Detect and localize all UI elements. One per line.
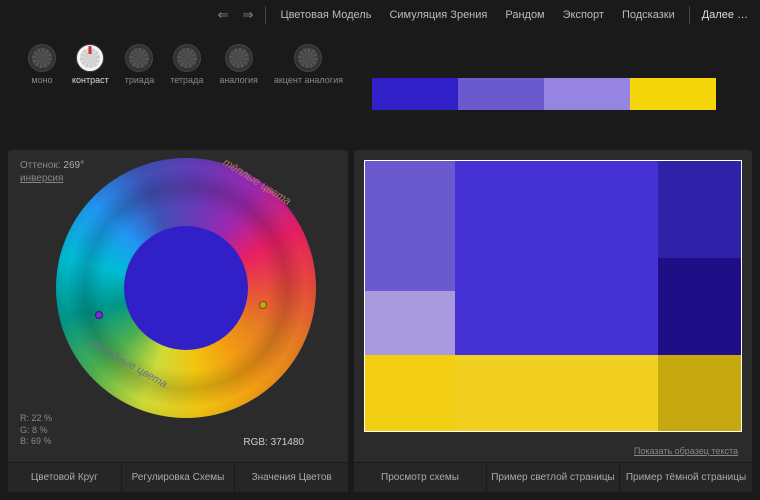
tab-color-values[interactable]: Значения Цветов (235, 463, 348, 492)
harmony-mono[interactable]: моно (28, 44, 56, 86)
swatch-0[interactable] (372, 78, 458, 110)
right-tabs: Просмотр схемы Пример светлой страницы П… (354, 462, 752, 492)
harmony-contrast[interactable]: контраст (72, 44, 109, 86)
palette-swatches (372, 78, 716, 110)
menu-more[interactable]: Далее … (696, 5, 754, 25)
show-sample-text[interactable]: Показать образец текста (634, 446, 738, 456)
harmony-triad[interactable]: триада (125, 44, 154, 86)
menu-export[interactable]: Экспорт (555, 5, 612, 25)
forward-arrow[interactable]: ⇒ (237, 5, 260, 25)
menu-color-model[interactable]: Цветовая Модель (272, 5, 379, 25)
rgb-readout: R: 22 %G: 8 %B: 69 % (20, 413, 52, 448)
swatch-1[interactable] (458, 78, 544, 110)
harmony-analog[interactable]: аналогия (219, 44, 258, 86)
divider (265, 6, 266, 24)
scheme-preview (364, 160, 742, 432)
menu-random[interactable]: Рандом (497, 5, 552, 25)
tab-dark-page[interactable]: Пример тёмной страницы (620, 463, 752, 492)
tab-scheme-adjust[interactable]: Регулировка Схемы (122, 463, 236, 492)
color-wheel[interactable]: тёплые цвета холодные цвета (56, 158, 316, 418)
back-arrow[interactable]: ⇐ (212, 5, 235, 25)
swatch-3[interactable] (630, 78, 716, 110)
harmony-accent[interactable]: акцент аналогия (274, 44, 343, 86)
menu-hints[interactable]: Подсказки (614, 5, 683, 25)
tab-color-wheel[interactable]: Цветовой Круг (8, 463, 122, 492)
hue-label: Оттенок: (20, 160, 61, 171)
hue-handle[interactable] (259, 301, 267, 309)
preview-panel: Показать образец текста Просмотр схемы П… (354, 150, 752, 492)
left-tabs: Цветовой Круг Регулировка Схемы Значения… (8, 462, 348, 492)
harmony-tetrad[interactable]: тетрада (170, 44, 203, 86)
divider (689, 6, 690, 24)
color-wheel-panel: Оттенок: 269° инверсия тёплые цвета холо… (8, 150, 348, 492)
menu-vision-sim[interactable]: Симуляция Зрения (381, 5, 495, 25)
hex-readout: RGB: 371480 (243, 437, 304, 448)
tab-preview[interactable]: Просмотр схемы (354, 463, 487, 492)
top-menu: ⇐ ⇒ Цветовая Модель Симуляция Зрения Ран… (0, 0, 760, 30)
tab-light-page[interactable]: Пример светлой страницы (487, 463, 620, 492)
swatch-2[interactable] (544, 78, 630, 110)
